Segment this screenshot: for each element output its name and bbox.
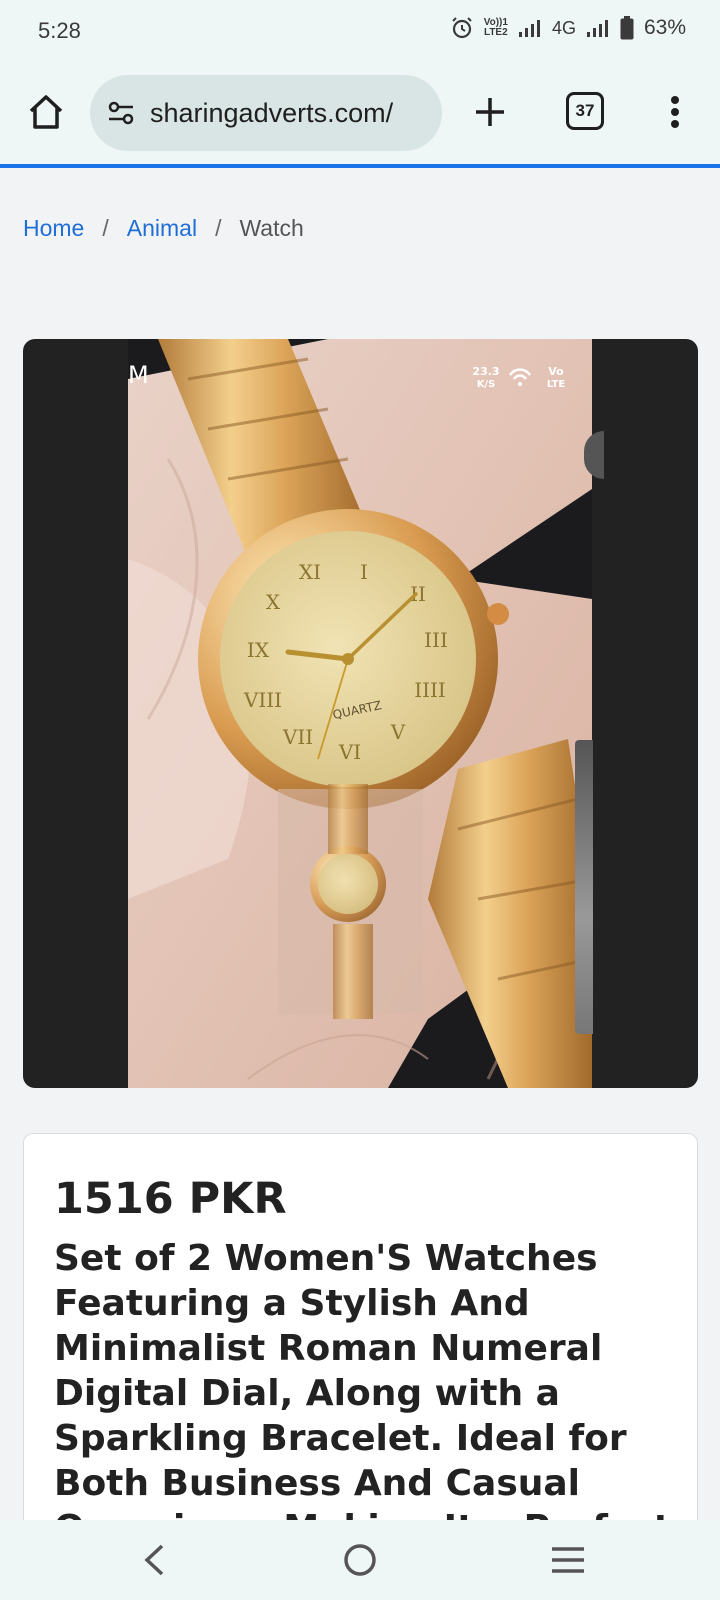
home-nav-button[interactable] <box>330 1536 390 1584</box>
browser-menu-button[interactable] <box>660 88 690 136</box>
volte-bottom: LTE2 <box>483 27 508 38</box>
svg-text:VI: VI <box>338 740 361 764</box>
menu-lines-icon <box>552 1547 584 1573</box>
breadcrumb-separator: / <box>215 215 222 241</box>
tab-switcher-button[interactable]: 37 <box>566 92 604 130</box>
circle-home-icon <box>344 1544 376 1576</box>
breadcrumb-animal[interactable]: Animal <box>127 215 197 242</box>
svg-text:V: V <box>390 720 406 744</box>
svg-text:VII: VII <box>282 725 313 749</box>
product-info-card: 1516 PKR Set of 2 Women'S Watches Featur… <box>23 1133 698 1553</box>
svg-text:VIII: VIII <box>243 688 282 712</box>
svg-text:I: I <box>360 560 368 584</box>
svg-text:X: X <box>266 590 281 614</box>
status-icons: Vo))1 LTE2 4G 63% <box>450 16 686 40</box>
svg-text:M: M <box>128 361 149 389</box>
battery-icon <box>620 16 634 40</box>
breadcrumb: Home / Animal / Watch <box>23 215 304 242</box>
address-bar[interactable]: sharingadverts.com/ <box>90 75 442 151</box>
svg-text:III: III <box>424 628 448 652</box>
svg-text:XI: XI <box>299 560 321 584</box>
new-tab-button[interactable] <box>466 88 514 136</box>
home-button[interactable] <box>22 88 70 136</box>
site-settings-icon[interactable] <box>106 98 136 128</box>
product-image-gallery[interactable]: I II III IIII V VI VII VIII IX X XI QUAR… <box>23 339 698 1088</box>
alarm-icon <box>450 16 474 40</box>
product-title: Set of 2 Women'S Watches Featuring a Sty… <box>54 1238 671 1549</box>
network-type: 4G <box>551 17 576 38</box>
tab-count: 37 <box>575 101 595 120</box>
overlay-speed-value: 23.3 <box>472 365 499 378</box>
url-text[interactable]: sharingadverts.com/ <box>150 98 393 129</box>
volte-indicator: Vo))1 LTE2 <box>484 18 508 38</box>
overlay-speed-unit: K/S <box>477 379 496 390</box>
breadcrumb-separator: / <box>102 215 109 241</box>
system-navigation-bar <box>0 1520 720 1600</box>
overlay-vo: Vo <box>548 365 564 378</box>
product-photo[interactable]: I II III IIII V VI VII VIII IX X XI QUAR… <box>128 339 592 1088</box>
breadcrumb-home[interactable]: Home <box>23 215 84 242</box>
signal-icon <box>518 18 542 38</box>
next-image-thumbnail[interactable] <box>575 740 593 1034</box>
battery-percent: 63% <box>643 16 686 39</box>
overlay-lte: LTE <box>547 379 566 390</box>
svg-text:IIII: IIII <box>414 678 446 702</box>
status-bar: 5:28 Vo))1 LTE2 4G 63% <box>0 0 720 62</box>
recents-button[interactable] <box>538 1536 598 1584</box>
product-price: 1516 PKR <box>54 1174 287 1224</box>
back-button[interactable] <box>124 1536 184 1584</box>
breadcrumb-current: Watch <box>239 215 304 241</box>
svg-text:IX: IX <box>247 638 270 662</box>
home-icon <box>29 95 63 129</box>
status-time: 5:28 <box>38 18 81 43</box>
signal-icon-2 <box>586 18 610 38</box>
svg-text:II: II <box>410 582 426 606</box>
load-progress-bar <box>0 164 720 168</box>
more-vert-icon <box>671 96 679 128</box>
plus-icon <box>476 98 504 126</box>
back-icon <box>144 1544 164 1576</box>
browser-toolbar: sharingadverts.com/ 37 <box>0 62 720 166</box>
